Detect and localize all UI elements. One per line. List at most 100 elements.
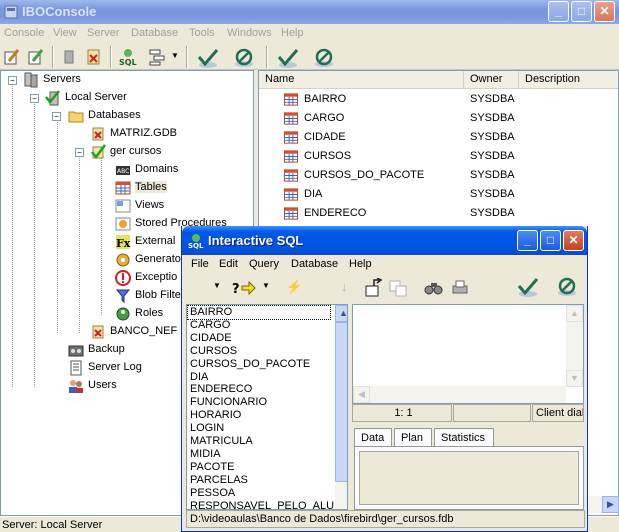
collapse-toggle[interactable]: − [30, 94, 39, 103]
maximize-button[interactable]: □ [540, 230, 561, 251]
isql-table-list[interactable]: BAIRRO CARGO CIDADE CURSOS CURSOS_DO_PACOTE D… [186, 304, 348, 510]
commit-icon[interactable] [276, 47, 300, 69]
menu-server[interactable]: Server [87, 27, 119, 39]
column-header-description[interactable]: Description [519, 71, 618, 89]
commit-icon[interactable] [516, 276, 540, 298]
view-mode-icon[interactable] [148, 47, 168, 67]
collapse-toggle[interactable]: − [75, 148, 84, 157]
chevron-down-icon[interactable]: ▼ [171, 51, 179, 60]
rollback-icon[interactable] [555, 276, 579, 298]
sql-editor[interactable]: ▲ ▼ ◀ [352, 304, 584, 404]
list-item[interactable]: ENDERECO [190, 383, 252, 396]
load-script-icon[interactable] [364, 278, 386, 298]
table-owner: SYSDBA [470, 188, 515, 200]
horizontal-scrollbar[interactable]: ◀ [353, 386, 566, 403]
sql-icon: SQL [188, 234, 204, 249]
scroll-down-icon[interactable]: ▼ [566, 370, 583, 387]
tab-plan[interactable]: Plan [394, 428, 432, 447]
down-arrow-icon[interactable]: ↓ [341, 279, 348, 294]
menu-windows[interactable]: Windows [227, 27, 272, 39]
menu-database[interactable]: Database [291, 258, 338, 270]
rollback-icon[interactable] [232, 47, 256, 69]
list-item[interactable]: MIDIA [190, 448, 221, 461]
table-row[interactable]: CURSOS_DO_PACOTE SYSDBA [259, 166, 618, 185]
menu-view[interactable]: View [53, 27, 77, 39]
find-icon[interactable] [424, 279, 444, 297]
domains-icon: ABC [116, 166, 130, 175]
list-item[interactable]: PESSOA [190, 487, 235, 500]
menu-query[interactable]: Query [249, 258, 279, 270]
table-row[interactable]: DIA SYSDBA [259, 185, 618, 204]
menu-console[interactable]: Console [4, 27, 44, 39]
collapse-toggle[interactable]: − [8, 76, 17, 85]
menu-database[interactable]: Database [131, 27, 178, 39]
list-item[interactable]: CIDADE [190, 332, 232, 345]
menu-file[interactable]: File [191, 258, 209, 270]
scroll-thumb[interactable] [335, 322, 347, 482]
unregister-server-icon[interactable] [26, 47, 46, 67]
result-tabs: Data Plan Statistics [354, 428, 584, 447]
menu-tools[interactable]: Tools [189, 27, 215, 39]
menu-help[interactable]: Help [349, 258, 372, 270]
scroll-up-icon[interactable]: ▲ [566, 305, 583, 322]
list-item[interactable]: CURSOS_DO_PACOTE [190, 358, 310, 371]
table-owner: SYSDBA [470, 150, 515, 162]
table-row[interactable]: ENDERECO SYSDBA [259, 204, 618, 223]
collapse-toggle[interactable]: − [52, 112, 61, 121]
execute-query-icon[interactable]: ? [232, 278, 256, 298]
servers-icon [24, 72, 38, 88]
table-row[interactable]: BAIRRO SYSDBA [259, 90, 618, 109]
svg-text:SQL: SQL [119, 58, 137, 67]
menu-help[interactable]: Help [281, 27, 304, 39]
menu-edit[interactable]: Edit [219, 258, 238, 270]
table-row[interactable]: CARGO SYSDBA [259, 109, 618, 128]
result-grid[interactable] [359, 451, 579, 505]
column-header-owner[interactable]: Owner [464, 71, 519, 89]
scroll-up-icon[interactable]: ▲ [335, 305, 347, 322]
vertical-scrollbar[interactable]: ▲ ▼ [566, 305, 583, 387]
prepare-icon[interactable]: ⚡ [286, 279, 302, 295]
disconnect-icon[interactable] [84, 47, 104, 67]
tree-label: Users [88, 379, 117, 391]
list-item[interactable]: CURSOS [190, 345, 237, 358]
table-icon [283, 93, 299, 106]
print-icon[interactable] [450, 279, 470, 297]
tree-label: Generato [135, 253, 181, 265]
main-title-bar[interactable]: IBOConsole _ □ ✕ [0, 0, 619, 24]
commit-icon[interactable] [196, 47, 220, 69]
register-server-icon[interactable] [2, 47, 22, 67]
tab-statistics[interactable]: Statistics [434, 428, 494, 447]
list-item[interactable]: PACOTE [190, 461, 234, 474]
vertical-scrollbar[interactable]: ▲ [335, 305, 347, 509]
minimize-button[interactable]: _ [548, 1, 569, 22]
list-item[interactable]: FUNCIONARIO [190, 396, 267, 409]
table-row[interactable]: CIDADE SYSDBA [259, 128, 618, 147]
list-item[interactable]: HORARIO [190, 409, 241, 422]
chevron-down-icon[interactable]: ▼ [213, 281, 221, 290]
close-button[interactable]: ✕ [594, 1, 615, 22]
list-item[interactable]: LOGIN [190, 422, 224, 435]
list-item[interactable]: PARCELAS [190, 474, 248, 487]
table-name: DIA [304, 188, 323, 200]
list-item[interactable]: BAIRRO [187, 305, 331, 320]
column-header-name[interactable]: Name [259, 71, 464, 89]
sql-icon[interactable]: SQL [118, 47, 138, 67]
connect-icon[interactable] [60, 47, 80, 67]
tab-data[interactable]: Data [354, 428, 392, 447]
table-icon [283, 207, 299, 220]
close-button[interactable]: ✕ [563, 230, 584, 251]
tree-label: BANCO_NEF [110, 325, 178, 337]
maximize-button[interactable]: □ [571, 1, 592, 22]
scroll-right-icon[interactable]: ▶ [602, 496, 619, 513]
list-item[interactable]: MATRICULA [190, 435, 253, 448]
rollback-icon[interactable] [312, 47, 336, 69]
list-item[interactable]: RESPONSAVEL_PELO_ALU [190, 500, 334, 510]
save-script-icon[interactable] [388, 278, 410, 298]
list-item[interactable]: DIA [190, 371, 208, 384]
isql-title-bar[interactable]: SQL Interactive SQL _ □ ✕ [182, 226, 587, 255]
list-item[interactable]: CARGO [190, 319, 230, 332]
scroll-left-icon[interactable]: ◀ [353, 386, 370, 403]
minimize-button[interactable]: _ [517, 230, 538, 251]
table-row[interactable]: CURSOS SYSDBA [259, 147, 618, 166]
chevron-down-icon[interactable]: ▼ [262, 281, 270, 290]
